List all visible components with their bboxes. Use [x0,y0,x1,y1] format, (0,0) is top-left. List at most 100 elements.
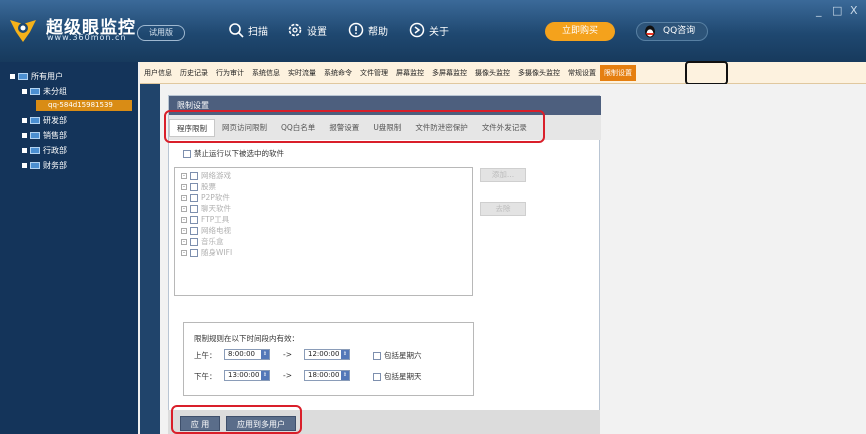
include-sunday-label: 包括星期天 [384,372,422,381]
selected-user-item[interactable]: qq-584d15981539 [36,100,132,111]
app-url: www.360mon.cn [47,33,127,42]
list-item[interactable]: - 随身WIFI [181,247,232,258]
forbid-software-checkbox[interactable] [183,149,191,158]
time-rule-title: 限制规则在以下时间段内有效： [194,334,299,343]
tree-group[interactable]: 未分组 [22,86,67,97]
item-checkbox[interactable] [190,171,198,180]
collapse-icon: - [181,215,187,223]
tree-group[interactable]: 行政部 [22,145,67,156]
item-label: 网络游戏 [201,171,231,180]
about-button[interactable]: 关于 [409,20,449,40]
tab-realtime-traffic[interactable]: 实时流量 [284,68,320,78]
group-icon [30,132,40,139]
subtab-highlight [164,110,545,143]
item-checkbox[interactable] [190,226,198,235]
close-button[interactable]: X [850,4,858,17]
settings-button[interactable]: 设置 [287,20,327,40]
qq-consult-button[interactable]: QQ咨询 [636,22,708,41]
pm-end-time-input[interactable]: 18:00:00 ⇕ [304,370,350,381]
tab-system-info[interactable]: 系统信息 [248,68,284,78]
list-item[interactable]: - 音乐盒 [181,236,224,247]
tree-group-label: 财务部 [43,161,67,170]
pm-start-time-input[interactable]: 13:00:00 ⇕ [224,370,270,381]
tab-history[interactable]: 历史记录 [176,68,212,78]
spinner-icon[interactable]: ⇕ [341,371,349,380]
group-icon [18,73,28,80]
include-saturday-label: 包括星期六 [384,351,422,360]
help-button[interactable]: 帮助 [348,20,388,40]
item-checkbox[interactable] [190,193,198,202]
tab-general-settings[interactable]: 常规设置 [564,68,600,78]
include-saturday-checkbox[interactable] [373,351,381,360]
forbid-software-option[interactable]: 禁止运行以下被选中的软件 [183,148,284,159]
tab-multi-screen-monitor[interactable]: 多屏幕监控 [428,68,471,78]
item-label: FTP工具 [201,215,230,224]
active-tab-outline [685,61,728,85]
tab-restriction-settings[interactable]: 限制设置 [600,64,636,81]
tree-root-label: 所有用户 [31,72,63,81]
tree-group-label: 未分组 [43,87,67,96]
tree-group[interactable]: 财务部 [22,160,67,171]
user-tree-sidebar: 所有用户 未分组 qq-584d15981539 研发部 销售部 行政部 财务部 [0,62,138,434]
include-sunday-option[interactable]: 包括星期天 [373,371,422,382]
collapse-icon [22,89,27,94]
tree-group[interactable]: 销售部 [22,130,67,141]
item-checkbox[interactable] [190,182,198,191]
scan-button[interactable]: 扫描 [228,20,268,40]
search-icon [229,23,244,38]
am-arrow: -> [283,350,292,359]
tab-file-manager[interactable]: 文件管理 [356,68,392,78]
add-software-button[interactable]: 添加... [480,168,526,182]
tree-root[interactable]: 所有用户 [10,71,63,82]
maximize-button[interactable]: □ [832,4,842,17]
include-sunday-checkbox[interactable] [373,372,381,381]
tree-group-label: 研发部 [43,116,67,125]
buy-now-button[interactable]: 立即购买 [545,22,615,41]
item-checkbox[interactable] [190,215,198,224]
about-label: 关于 [429,26,449,38]
item-checkbox[interactable] [190,248,198,257]
tree-group[interactable]: 研发部 [22,115,67,126]
tab-behavior-audit[interactable]: 行为审计 [212,68,248,78]
item-label: 音乐盒 [201,237,224,246]
pm-arrow: -> [283,371,292,380]
tab-camera-monitor[interactable]: 摄像头监控 [471,68,514,78]
help-label: 帮助 [368,26,388,38]
tab-screen-monitor[interactable]: 屏幕监控 [392,68,428,78]
gear-icon [288,23,302,37]
list-item[interactable]: - P2P软件 [181,192,230,203]
buttons-highlight [171,405,302,434]
include-saturday-option[interactable]: 包括星期六 [373,350,422,361]
eye-logo-icon [10,20,36,42]
item-label: 股票 [201,182,216,191]
am-label: 上午： [194,351,217,360]
item-checkbox[interactable] [190,204,198,213]
minimize-button[interactable]: _ [816,4,822,17]
list-item[interactable]: - 网络游戏 [181,170,231,181]
function-tabbar: 用户信息 历史记录 行为审计 系统信息 实时流量 系统命令 文件管理 屏幕监控 … [140,62,866,84]
qq-penguin-icon [645,25,655,38]
group-icon [30,117,40,124]
tab-multi-camera-monitor[interactable]: 多摄像头监控 [514,68,564,78]
list-item[interactable]: - FTP工具 [181,214,229,225]
list-item[interactable]: - 网络电视 [181,225,231,236]
list-item[interactable]: - 股票 [181,181,216,192]
am-end-time-input[interactable]: 12:00:00 ⇕ [304,349,350,360]
am-start-time-input[interactable]: 8:00:00 ⇕ [224,349,270,360]
am-start-value: 8:00:00 [228,350,255,358]
group-icon [30,147,40,154]
list-item[interactable]: - 聊天软件 [181,203,231,214]
spinner-icon[interactable]: ⇕ [261,350,269,359]
tab-system-command[interactable]: 系统命令 [320,68,356,78]
collapse-icon: - [181,193,187,201]
pm-label: 下午： [194,372,217,381]
collapse-icon [22,118,27,123]
spinner-icon[interactable]: ⇕ [261,371,269,380]
remove-software-button[interactable]: 去除 [480,202,526,216]
tab-user-info[interactable]: 用户信息 [140,68,176,78]
am-end-value: 12:00:00 [308,350,340,358]
about-icon [409,22,425,38]
item-checkbox[interactable] [190,237,198,246]
spinner-icon[interactable]: ⇕ [341,350,349,359]
item-label: 聊天软件 [201,204,231,213]
